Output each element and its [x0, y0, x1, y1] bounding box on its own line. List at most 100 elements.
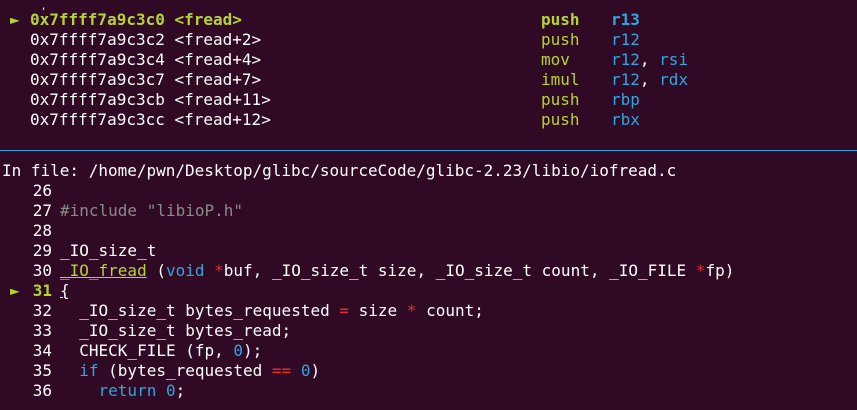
- line-number: 35: [32, 361, 52, 380]
- line-number: 28: [32, 221, 52, 240]
- source-line[interactable]: 36 return 0;: [0, 381, 857, 401]
- source-line[interactable]: 29 _IO_size_t: [0, 241, 857, 261]
- code-token: 0: [233, 341, 244, 360]
- code-token: CHECK_FILE (fp,: [60, 341, 234, 360]
- code-token: count;: [416, 301, 484, 320]
- line-number: 26: [32, 181, 52, 200]
- code-token: _IO_size_t bytes_read;: [60, 321, 292, 340]
- line-code: _IO_size_t bytes_read;: [60, 321, 291, 341]
- code-token: _IO_size_t: [60, 241, 157, 260]
- disasm-row[interactable]: ► 0x7ffff7a9c3c0 <fread> push r13: [0, 10, 857, 30]
- instruction-address: 0x7ffff7a9c3c4 <fread+4>: [30, 50, 262, 69]
- code-token: =: [339, 301, 349, 320]
- disasm-row[interactable]: 0x7ffff7a9c3c2 <fread+2> push r12: [0, 30, 857, 50]
- code-token: 0: [165, 381, 176, 400]
- source-line[interactable]: 30 _IO_fread (void *buf, _IO_size_t size,…: [0, 261, 857, 281]
- code-token: *: [406, 301, 417, 320]
- line-code: _IO_size_t: [60, 241, 156, 261]
- instruction-mnemonic: push: [541, 110, 580, 129]
- disasm-row[interactable]: 0x7ffff7a9c3c4 <fread+4> mov r12, rsi: [0, 50, 857, 70]
- operand-separator: ,: [639, 70, 660, 89]
- code-token: buf, _IO_size_t size, _IO_size_t count, …: [223, 261, 696, 280]
- source-file-header: In file: /home/pwn/Desktop/glibc/sourceC…: [2, 161, 677, 180]
- operand-register: r12: [611, 70, 640, 89]
- code-token: ): [310, 361, 321, 380]
- line-number: 36: [32, 381, 52, 400]
- instruction-address: 0x7ffff7a9c3c0 <fread>: [30, 10, 242, 29]
- operand-register: rbx: [611, 110, 640, 129]
- pane-divider: [0, 150, 857, 151]
- line-code: CHECK_FILE (fp, 0);: [60, 341, 262, 361]
- code-token: fp): [705, 261, 735, 280]
- source-line[interactable]: 35 if (bytes_requested == 0): [0, 361, 857, 381]
- operand-register: r12: [611, 30, 640, 49]
- line-code: _IO_fread (void *buf, _IO_size_t size, _…: [60, 261, 734, 281]
- operand-register: rbp: [611, 90, 640, 109]
- line-number: 30: [32, 261, 52, 280]
- source-line[interactable]: 28: [0, 221, 857, 241]
- operand-register: rsi: [659, 50, 689, 69]
- code-token: *: [214, 261, 224, 280]
- instruction-mnemonic: push: [541, 30, 580, 49]
- line-code: if (bytes_requested == 0): [60, 361, 320, 381]
- instruction-address: 0x7ffff7a9c3cb <fread+11>: [30, 90, 271, 109]
- instruction-address: 0x7ffff7a9c3cc <fread+12>: [30, 110, 271, 129]
- instruction-mnemonic: push: [541, 10, 580, 29]
- line-number: 31: [32, 281, 52, 300]
- line-code: _IO_size_t bytes_requested = size * coun…: [60, 301, 484, 321]
- source-line[interactable]: 34 CHECK_FILE (fp, 0);: [0, 341, 857, 361]
- code-token: ==: [271, 361, 292, 380]
- instruction-operands: r12, rdx: [611, 70, 688, 90]
- disasm-row[interactable]: 0x7ffff7a9c3c7 <fread+7> imul r12, rdx: [0, 70, 857, 90]
- code-token: void: [165, 261, 205, 280]
- code-token: (bytes_requested: [98, 361, 272, 380]
- disassembly-pane: ↓ ► 0x7ffff7a9c3c0 <fread> push r13 0x7ffff7…: [0, 0, 857, 150]
- code-token: ;: [175, 381, 186, 400]
- line-number: 34: [32, 341, 52, 360]
- code-token: _IO_size_t bytes_requested: [60, 301, 340, 320]
- source-line[interactable]: 32 _IO_size_t bytes_requested = size * c…: [0, 301, 857, 321]
- instruction-address: 0x7ffff7a9c3c7 <fread+7>: [30, 70, 262, 89]
- line-code: {: [60, 281, 70, 301]
- instruction-operands: rbp: [611, 90, 640, 110]
- instruction-mnemonic: mov: [541, 50, 570, 69]
- source-line[interactable]: 27 #include "libioP.h": [0, 201, 857, 221]
- disasm-row[interactable]: 0x7ffff7a9c3cb <fread+11> push rbp: [0, 90, 857, 110]
- operand-separator: ,: [639, 50, 660, 69]
- operand-register: r13: [611, 10, 640, 29]
- operand-register: r12: [611, 50, 640, 69]
- code-token: #include "libioP.h": [60, 201, 244, 220]
- instruction-mnemonic: push: [541, 90, 580, 109]
- source-line[interactable]: ► 31 {: [0, 281, 857, 301]
- disasm-row[interactable]: 0x7ffff7a9c3cc <fread+12> push rbx: [0, 110, 857, 130]
- line-number: 33: [32, 321, 52, 340]
- code-token: if: [79, 361, 99, 380]
- instruction-operands: rbx: [611, 110, 640, 130]
- source-line[interactable]: 26: [0, 181, 857, 201]
- instruction-operands: r13: [611, 10, 640, 30]
- instruction-operands: r12: [611, 30, 640, 50]
- source-line[interactable]: 33 _IO_size_t bytes_read;: [0, 321, 857, 341]
- source-pane: In file: /home/pwn/Desktop/glibc/sourceC…: [0, 161, 857, 401]
- source-lines: 26 27 #include "libioP.h" 28 29 _IO_size_t 30 _…: [0, 181, 857, 401]
- code-token: {: [60, 281, 70, 300]
- code-token: return: [98, 381, 157, 400]
- scrolled-off-line: ↓: [0, 0, 857, 10]
- instruction-operands: r12, rsi: [611, 50, 688, 70]
- code-token: );: [243, 341, 263, 360]
- current-instruction-marker-icon: ►: [10, 10, 20, 29]
- code-token: size: [349, 301, 407, 320]
- instruction-mnemonic: imul: [541, 70, 580, 89]
- code-token: *: [695, 261, 706, 280]
- operand-register: rdx: [659, 70, 689, 89]
- code-token: (: [146, 261, 166, 280]
- disassembly-rows: ► 0x7ffff7a9c3c0 <fread> push r13 0x7ffff7a9…: [0, 10, 857, 130]
- code-token: _IO_fread: [60, 261, 147, 280]
- current-line-marker-icon: ►: [10, 281, 20, 300]
- line-code: #include "libioP.h": [60, 201, 243, 221]
- instruction-address: 0x7ffff7a9c3c2 <fread+2>: [30, 30, 262, 49]
